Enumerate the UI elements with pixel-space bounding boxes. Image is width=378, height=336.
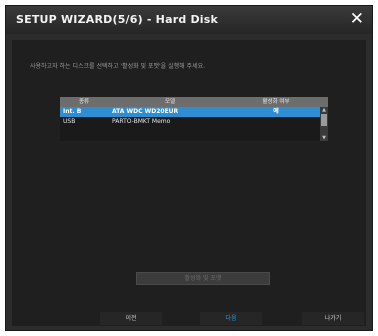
table-scrollbar[interactable]: ▲ ▼ bbox=[320, 107, 328, 141]
setup-wizard-dialog: SETUP WIZARD(5/6) - Hard Disk ✕ 사용하고자 하는… bbox=[5, 5, 373, 331]
dialog-title: SETUP WIZARD(5/6) - Hard Disk bbox=[16, 13, 219, 26]
close-icon[interactable]: ✕ bbox=[350, 9, 364, 29]
activate-format-button[interactable]: 활성화 및 포맷 bbox=[136, 272, 270, 285]
cell-enabled bbox=[232, 117, 320, 127]
wizard-content: 사용하고자 하는 디스크를 선택하고 '활성화 및 포맷'을 실행해 주세요. … bbox=[12, 40, 366, 326]
title-bar: SETUP WIZARD(5/6) - Hard Disk ✕ bbox=[6, 6, 372, 34]
prev-button[interactable]: 이전 bbox=[100, 312, 162, 325]
scroll-up-icon[interactable]: ▲ bbox=[320, 107, 328, 113]
scroll-thumb[interactable] bbox=[321, 114, 327, 126]
cell-enabled: 예 bbox=[273, 108, 279, 115]
table-row[interactable]: Int. B ATA WDC WD20EUR 예 bbox=[60, 107, 320, 117]
next-button[interactable]: 다음 bbox=[200, 312, 262, 325]
column-header-type: 종류 bbox=[78, 99, 90, 105]
disk-table: 종류 모델 활성화 여부 Int. B ATA WDC WD20EUR 예 US… bbox=[60, 97, 328, 141]
table-row[interactable]: USB PARTO-BMKT Memo bbox=[60, 117, 320, 127]
table-header: 종류 모델 활성화 여부 bbox=[60, 97, 328, 107]
cell-model: PARTO-BMKT Memo bbox=[112, 118, 171, 125]
cell-type: USB bbox=[63, 118, 76, 125]
cell-model: ATA WDC WD20EUR bbox=[112, 108, 179, 115]
cell-type: Int. B bbox=[63, 108, 82, 115]
column-header-enabled: 활성화 여부 bbox=[262, 99, 290, 105]
instruction-text: 사용하고자 하는 디스크를 선택하고 '활성화 및 포맷'을 실행해 주세요. bbox=[30, 63, 206, 70]
column-header-model: 모델 bbox=[164, 99, 176, 105]
exit-button[interactable]: 나가기 bbox=[302, 312, 364, 325]
scroll-down-icon[interactable]: ▼ bbox=[320, 135, 328, 141]
